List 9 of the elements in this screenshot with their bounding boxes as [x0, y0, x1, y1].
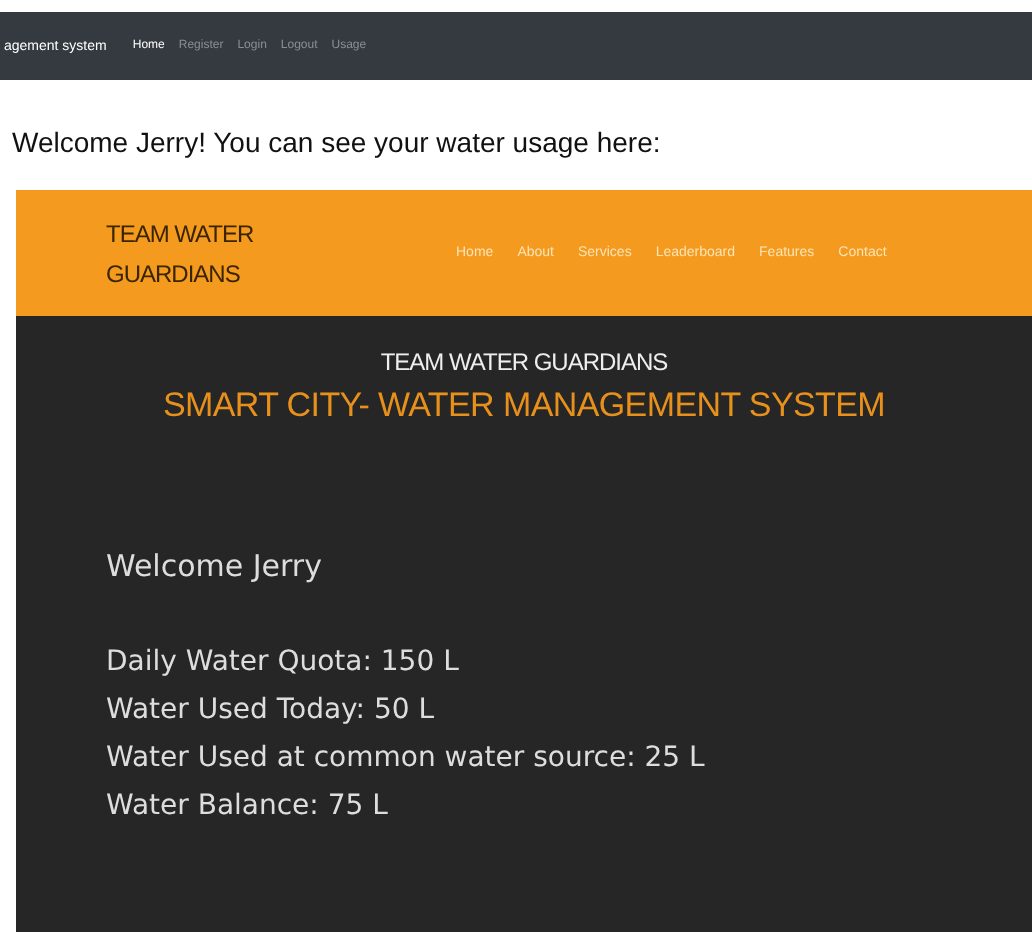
team-name: TEAM WATER GUARDIANS	[378, 348, 670, 376]
site-title: SMART CITY- WATER MANAGEMENT SYSTEM	[160, 386, 888, 426]
usage-stat: Water Used at common water source: 25 L	[106, 740, 707, 778]
usage-stat: Water Balance: 75 L	[106, 788, 390, 826]
welcome-heading: Welcome Jerry	[106, 548, 324, 584]
welcome-message: Welcome Jerry! You can see your water usage here:	[12, 124, 661, 160]
site-logo[interactable]: TEAM WATER GUARDIANS	[106, 213, 456, 293]
usage-stat: Water Used Today: 50 L	[106, 692, 437, 730]
usage-stat: Daily Water Quota: 150 L	[106, 644, 461, 682]
